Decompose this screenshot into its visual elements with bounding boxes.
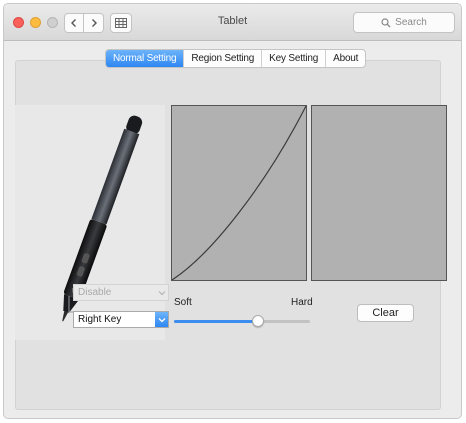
title-bar: Tablet Search: [4, 4, 461, 41]
tab-bar: Normal Setting Region Setting Key Settin…: [105, 49, 367, 68]
upper-key-select: Disable: [73, 284, 169, 301]
search-field[interactable]: Search: [353, 12, 455, 33]
pressure-curve-graph[interactable]: [171, 105, 307, 281]
pressure-slider[interactable]: [174, 315, 310, 327]
pressure-slider-fill: [174, 320, 259, 323]
clear-button[interactable]: Clear: [357, 304, 414, 322]
tab-region-setting[interactable]: Region Setting: [183, 50, 261, 67]
upper-key-value: Disable: [78, 287, 112, 298]
pen-illustration: [62, 115, 143, 322]
pressure-test-area[interactable]: [311, 105, 447, 281]
chevron-down-icon: [155, 285, 168, 300]
hard-label: Hard: [291, 297, 313, 308]
search-icon: [381, 17, 391, 27]
pressure-curve: [172, 106, 306, 280]
chevron-down-icon: [155, 312, 168, 327]
soft-label: Soft: [174, 297, 192, 308]
lower-key-select[interactable]: Right Key: [73, 311, 169, 328]
tab-normal-setting[interactable]: Normal Setting: [106, 50, 184, 67]
search-placeholder: Search: [395, 17, 427, 28]
lower-key-value: Right Key: [78, 314, 122, 325]
tab-about[interactable]: About: [325, 50, 365, 67]
tab-key-setting[interactable]: Key Setting: [261, 50, 325, 67]
